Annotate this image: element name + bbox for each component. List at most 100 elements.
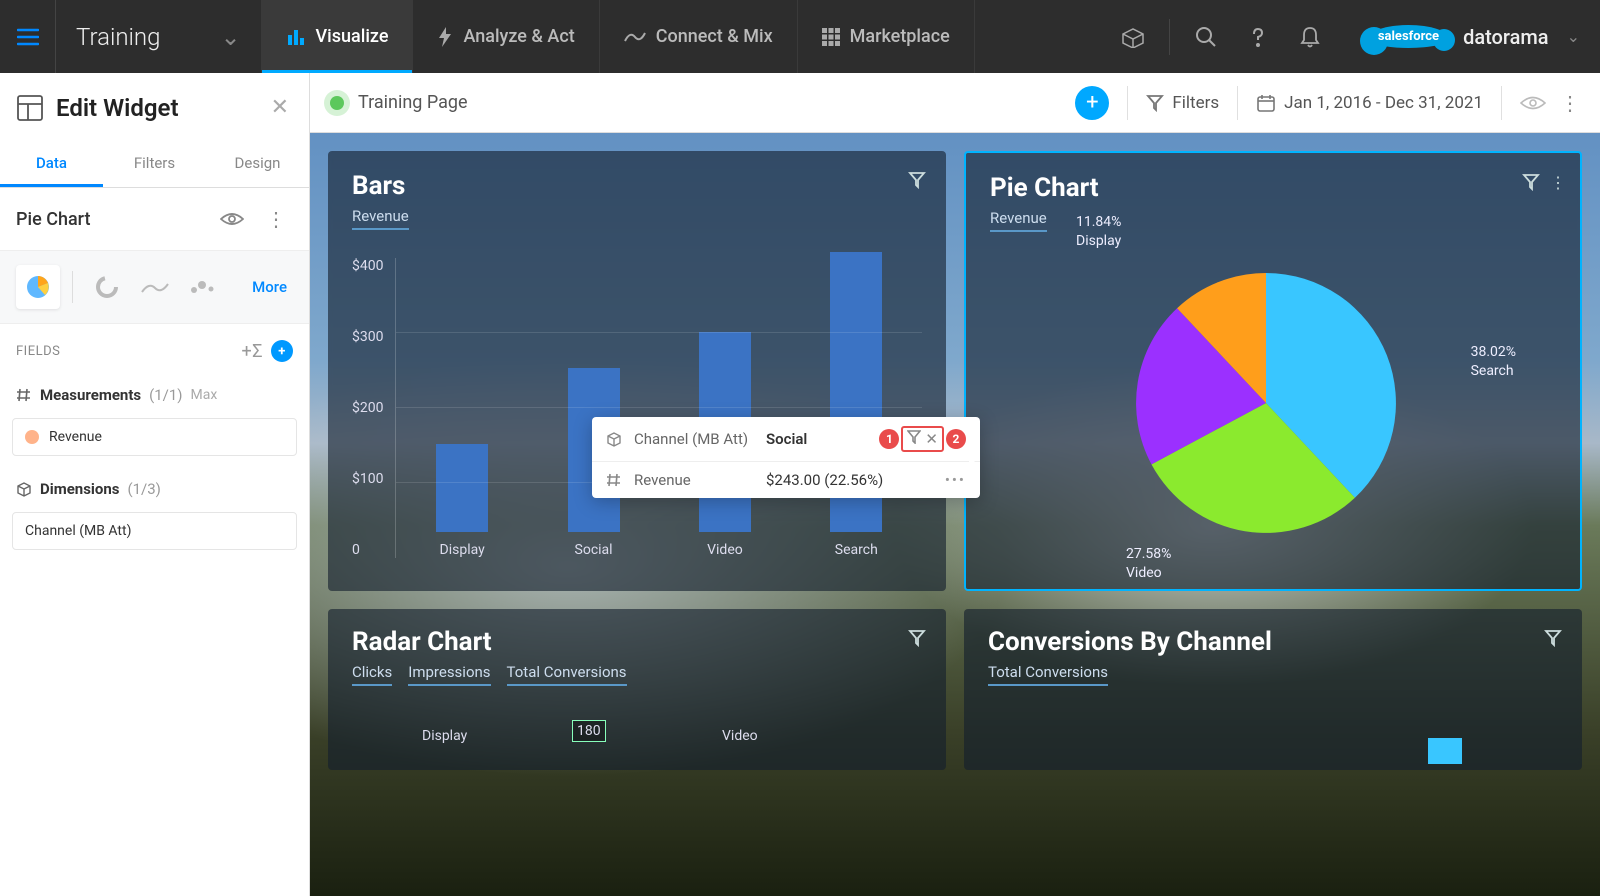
panel-title: Edit Widget xyxy=(56,94,255,122)
widget-title: Pie Chart xyxy=(990,173,1556,203)
type-area[interactable] xyxy=(133,265,177,309)
daterange-button[interactable]: Jan 1, 2016 - Dec 31, 2021 xyxy=(1256,93,1483,113)
filter-icon[interactable] xyxy=(1544,629,1562,647)
widget-title: Conversions By Channel xyxy=(988,627,1558,657)
more-link[interactable]: More xyxy=(252,278,293,296)
page-bar: Training Page + Filters Jan 1, 2016 - De… xyxy=(310,73,1600,133)
type-pie[interactable] xyxy=(16,265,60,309)
widget-subtitle: Revenue xyxy=(990,209,1047,232)
filter-icon[interactable] xyxy=(908,629,926,647)
product-name: datorama xyxy=(1463,25,1549,49)
chevron-down-icon: ⌄ xyxy=(220,23,240,51)
salesforce-logo: salesforce xyxy=(1368,25,1449,48)
hash-icon xyxy=(606,472,622,488)
divider xyxy=(1237,86,1238,120)
workspace-name: Training xyxy=(76,23,160,51)
tab-data[interactable]: Data xyxy=(0,142,103,187)
search-icon[interactable] xyxy=(1184,15,1228,59)
cube-icon xyxy=(606,431,622,447)
more-icon[interactable]: ••• xyxy=(945,471,966,489)
bars-icon xyxy=(286,27,306,47)
divider xyxy=(1169,19,1170,55)
add-widget-button[interactable]: + xyxy=(1075,86,1109,120)
field-revenue[interactable]: Revenue xyxy=(12,418,297,456)
kebab-icon[interactable]: ⋮ xyxy=(1560,91,1580,115)
chevron-down-icon[interactable]: ⌄ xyxy=(1567,27,1580,46)
hash-icon xyxy=(16,387,32,403)
grid-icon xyxy=(822,28,840,46)
connect-icon xyxy=(624,29,646,45)
top-nav: Training ⌄ Visualize Analyze & Act Conne… xyxy=(0,0,1600,73)
dimensions-header[interactable]: Dimensions (1/3) xyxy=(12,472,297,506)
page-title: Training Page xyxy=(358,92,1061,113)
status-dot xyxy=(330,96,344,110)
close-icon[interactable]: ✕ xyxy=(925,430,938,448)
label-search: 38.02% Search xyxy=(1471,343,1516,381)
edit-widget-panel: Edit Widget ✕ Data Filters Design Pie Ch… xyxy=(0,73,310,896)
filters-button[interactable]: Filters xyxy=(1146,93,1219,113)
divider xyxy=(1501,86,1502,120)
tab-label: Connect & Mix xyxy=(656,26,773,47)
help-icon[interactable] xyxy=(1236,15,1280,59)
dashboard-canvas: Training Page + Filters Jan 1, 2016 - De… xyxy=(310,73,1600,896)
close-icon[interactable]: ✕ xyxy=(267,91,293,124)
annotation-badge-2: 2 xyxy=(946,429,966,449)
kebab-icon[interactable]: ⋮ xyxy=(259,202,293,236)
fields-label: FIELDS xyxy=(16,344,60,359)
tab-marketplace[interactable]: Marketplace xyxy=(798,0,975,73)
datapoint-tooltip: Channel (MB Att) Social 1 ✕ 2 Revenue $2… xyxy=(592,417,980,498)
color-dot xyxy=(25,430,39,444)
filter-icon[interactable] xyxy=(1522,173,1540,191)
pie-chart: 11.84% Display 38.02% Search 27.58% Vide… xyxy=(1096,233,1436,573)
label-display: 11.84% Display xyxy=(1076,213,1121,251)
widget-title: Radar Chart xyxy=(352,627,922,657)
label-video: 27.58% Video xyxy=(1126,545,1171,583)
bell-icon[interactable] xyxy=(1288,15,1332,59)
widget-icon xyxy=(16,94,44,122)
field-channel[interactable]: Channel (MB Att) xyxy=(12,512,297,550)
nav-tabs: Visualize Analyze & Act Connect & Mix Ma… xyxy=(262,0,975,73)
tab-label: Analyze & Act xyxy=(463,26,574,47)
widget-conversions[interactable]: Conversions By Channel Total Conversions xyxy=(964,609,1582,770)
widget-pie[interactable]: Pie Chart Revenue ⋮ 11.84% Display 38.02… xyxy=(964,151,1582,591)
menu-icon[interactable] xyxy=(0,0,56,73)
tab-label: Visualize xyxy=(316,26,389,47)
calendar-icon xyxy=(1256,94,1276,112)
tab-analyze[interactable]: Analyze & Act xyxy=(413,0,599,73)
filter-icon[interactable] xyxy=(908,171,926,189)
tab-visualize[interactable]: Visualize xyxy=(262,0,414,73)
add-formula-icon[interactable]: +Σ xyxy=(242,341,264,362)
tab-label: Marketplace xyxy=(850,26,950,47)
bolt-icon xyxy=(437,27,453,47)
chart-type-selector: More xyxy=(0,251,309,324)
add-field-button[interactable]: + xyxy=(271,340,293,362)
bar-display[interactable]: Display xyxy=(427,444,497,558)
type-bubble[interactable] xyxy=(181,265,225,309)
widget-radar[interactable]: Radar Chart Clicks Impressions Total Con… xyxy=(328,609,946,770)
filter-icon[interactable] xyxy=(907,430,921,444)
widget-bars[interactable]: Bars Revenue $400$300$200$1000 Display S… xyxy=(328,151,946,591)
chart-type-title: Pie Chart xyxy=(16,209,205,230)
tab-filters[interactable]: Filters xyxy=(103,142,206,187)
tooltip-actions: ✕ xyxy=(901,426,944,452)
annotation-badge-1: 1 xyxy=(879,429,899,449)
filter-icon xyxy=(1146,94,1164,112)
type-donut[interactable] xyxy=(85,265,129,309)
cube-icon xyxy=(16,481,32,497)
bar-stub xyxy=(1428,738,1462,764)
divider xyxy=(1127,86,1128,120)
box-icon[interactable] xyxy=(1111,15,1155,59)
workspace-selector[interactable]: Training ⌄ xyxy=(56,0,262,73)
y-axis: $400$300$200$1000 xyxy=(352,258,395,558)
divider xyxy=(72,271,73,303)
bar-search[interactable]: Search xyxy=(821,252,891,558)
widget-title: Bars xyxy=(352,171,922,201)
eye-icon[interactable] xyxy=(215,202,249,236)
tab-connect[interactable]: Connect & Mix xyxy=(600,0,798,73)
measurements-header[interactable]: Measurements (1/1) Max xyxy=(12,378,297,412)
kebab-icon[interactable]: ⋮ xyxy=(1550,173,1566,192)
panel-tabs: Data Filters Design xyxy=(0,142,309,188)
tab-design[interactable]: Design xyxy=(206,142,309,187)
visibility-icon[interactable] xyxy=(1520,95,1546,111)
bar-chart: $400$300$200$1000 Display Social Video S… xyxy=(352,258,922,558)
